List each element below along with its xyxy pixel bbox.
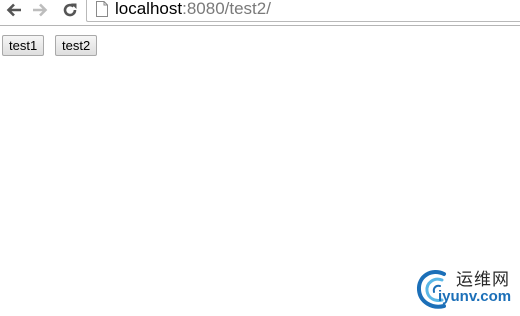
forward-button[interactable]: [28, 0, 52, 20]
watermark-brand-en: iyunv.com: [438, 288, 512, 305]
url-host: localhost: [115, 0, 183, 18]
back-button[interactable]: [2, 0, 26, 20]
watermark-logo: 运维网 iyunv.com: [414, 262, 518, 312]
url-text: localhost:8080/test2/: [115, 0, 271, 19]
test2-button[interactable]: test2: [55, 35, 98, 56]
reload-button[interactable]: [58, 0, 82, 20]
reload-icon: [63, 3, 77, 17]
watermark-brand-cn: 运维网: [456, 270, 510, 290]
address-bar[interactable]: localhost:8080/test2/: [86, 0, 520, 22]
test1-button[interactable]: test1: [2, 35, 45, 56]
arrow-left-icon: [6, 3, 21, 17]
arrow-right-icon: [33, 3, 48, 17]
browser-toolbar: localhost:8080/test2/: [0, 0, 520, 26]
document-icon: [96, 1, 108, 17]
url-path: :8080/test2/: [182, 0, 271, 18]
